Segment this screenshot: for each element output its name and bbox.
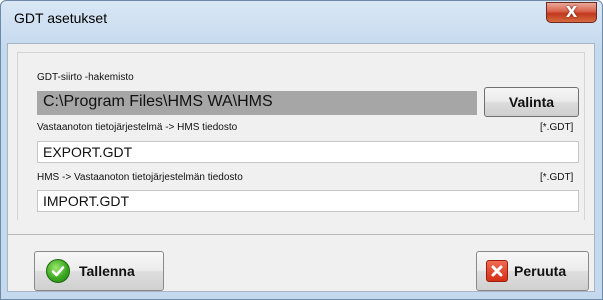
export-file-filter: [*.GDT] [540,122,574,133]
import-file-field[interactable]: IMPORT.GDT [37,190,579,212]
browse-button[interactable]: Valinta [484,87,579,117]
window-title: GDT asetukset [14,10,108,26]
export-file-field[interactable]: EXPORT.GDT [37,141,579,163]
export-file-value: EXPORT.GDT [43,144,133,160]
import-file-filter: [*.GDT] [540,172,574,183]
close-icon: X [565,3,578,21]
cancel-button[interactable]: Peruuta [476,251,589,291]
gdt-directory-value: C:\Program Files\HMS WA\HMS [43,93,273,110]
export-file-label: Vastaanoton tietojärjestelmä -> HMS tied… [37,122,238,133]
save-button[interactable]: Tallenna [34,251,164,291]
check-icon [46,259,70,283]
import-file-value: IMPORT.GDT [43,193,130,209]
cancel-button-label: Peruuta [514,263,567,279]
gdt-directory-label: GDT-siirto -hakemisto [37,72,134,83]
import-file-label: HMS -> Vastaanoton tietojärjestelmän tie… [37,172,243,183]
save-button-label: Tallenna [79,263,135,279]
gdt-directory-field: C:\Program Files\HMS WA\HMS [37,91,477,115]
close-button[interactable]: X [546,2,597,23]
button-separator [7,234,595,235]
cross-icon [486,260,508,282]
